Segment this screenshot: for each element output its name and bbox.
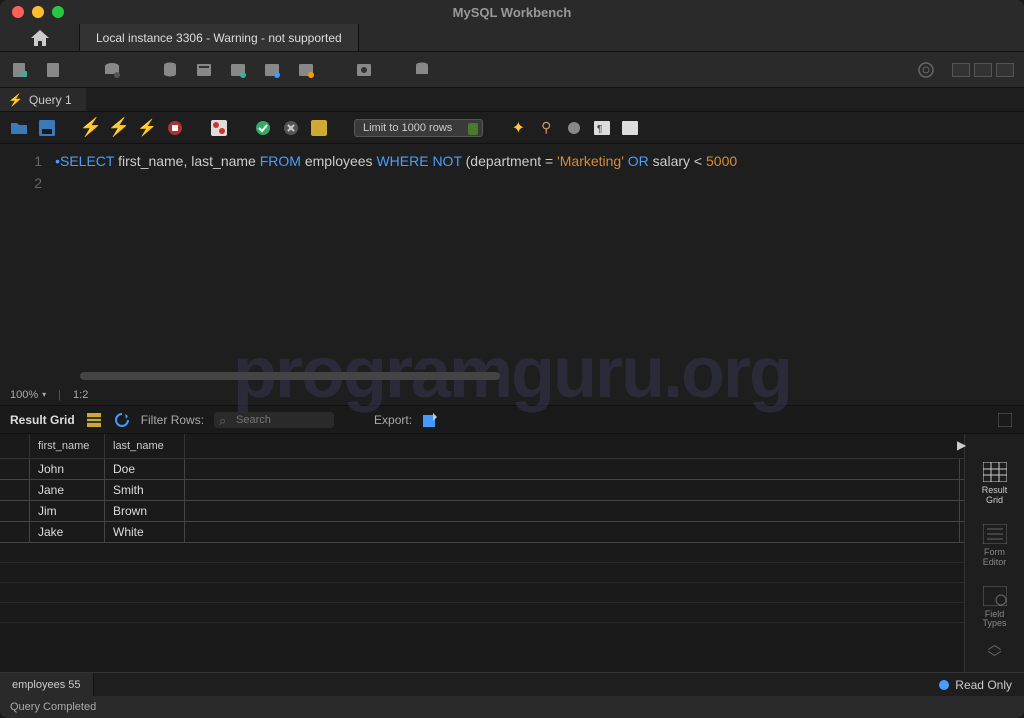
connection-tabbar: Local instance 3306 - Warning - not supp… bbox=[0, 24, 1024, 52]
query-tab-1[interactable]: ⚡ Query 1 bbox=[0, 88, 86, 111]
wrap-icon[interactable]: ¶ bbox=[593, 119, 611, 137]
readonly-indicator: Read Only bbox=[927, 673, 1024, 696]
main-toolbar bbox=[0, 52, 1024, 88]
save-file-icon[interactable] bbox=[38, 119, 56, 137]
collapse-arrow-icon[interactable]: ▶ bbox=[957, 438, 966, 452]
scroll-up-icon[interactable]: ︿ bbox=[988, 637, 1002, 651]
panel-right-toggle[interactable] bbox=[996, 63, 1014, 77]
dashboard-icon[interactable] bbox=[354, 60, 374, 80]
wrap-cell-icon[interactable] bbox=[996, 411, 1014, 429]
autocommit-icon[interactable] bbox=[310, 119, 328, 137]
toggle-icon[interactable] bbox=[210, 119, 228, 137]
home-tab[interactable] bbox=[0, 24, 80, 51]
db-icon-1[interactable] bbox=[160, 60, 180, 80]
table-row[interactable]: Jane Smith bbox=[0, 480, 964, 501]
db-icon-2[interactable] bbox=[194, 60, 214, 80]
find-icon[interactable]: ⚲ bbox=[537, 119, 555, 137]
column-header-last-name[interactable]: last_name bbox=[105, 434, 185, 458]
query-tab-label: Query 1 bbox=[29, 93, 72, 107]
column-header-first-name[interactable]: first_name bbox=[30, 434, 105, 458]
commit-icon[interactable] bbox=[254, 119, 272, 137]
filter-label: Filter Rows: bbox=[141, 413, 204, 427]
status-text: Query Completed bbox=[10, 701, 96, 713]
home-icon bbox=[31, 30, 49, 46]
server-icon[interactable] bbox=[412, 60, 432, 80]
invisible-chars-icon[interactable] bbox=[565, 119, 583, 137]
window-title: MySQL Workbench bbox=[0, 5, 1024, 20]
explain-icon[interactable]: ⚡ bbox=[138, 119, 156, 137]
db-icon-3[interactable] bbox=[228, 60, 248, 80]
status-footer: Query Completed bbox=[0, 696, 1024, 718]
execute-current-icon[interactable]: ⚡ bbox=[110, 119, 128, 137]
settings-icon[interactable] bbox=[916, 60, 936, 80]
connection-tab[interactable]: Local instance 3306 - Warning - not supp… bbox=[80, 24, 359, 51]
result-tabs: employees 55 Read Only bbox=[0, 672, 1024, 696]
row-limit-select[interactable]: Limit to 1000 rows bbox=[354, 119, 483, 137]
scroll-down-icon[interactable]: ﹀ bbox=[988, 651, 1002, 665]
panel-bottom-toggle[interactable] bbox=[974, 63, 992, 77]
execute-icon[interactable]: ⚡ bbox=[82, 119, 100, 137]
result-area: first_name last_name John Doe Jane Smith bbox=[0, 434, 1024, 672]
field-types-view[interactable]: Field Types bbox=[981, 576, 1009, 638]
open-sql-file-icon[interactable] bbox=[44, 60, 64, 80]
grid-view-icon[interactable] bbox=[85, 411, 103, 429]
new-sql-tab-icon[interactable] bbox=[10, 60, 30, 80]
open-file-icon[interactable] bbox=[10, 119, 28, 137]
zoom-level[interactable]: 100%▾ bbox=[10, 389, 46, 401]
result-side-panel: ▶ Result Grid Form Editor Field Types ︿ … bbox=[964, 434, 1024, 672]
result-grid[interactable]: first_name last_name John Doe Jane Smith bbox=[0, 434, 964, 672]
db-icon-4[interactable] bbox=[262, 60, 282, 80]
svg-text:¶: ¶ bbox=[597, 124, 602, 135]
result-toolbar: Result Grid Filter Rows: Export: bbox=[0, 406, 1024, 434]
sql-editor[interactable]: 1 2 SELECT first_name, last_name FROM em… bbox=[0, 144, 1024, 384]
rollback-icon[interactable] bbox=[282, 119, 300, 137]
table-row[interactable]: Jake White bbox=[0, 522, 964, 543]
connection-tab-label: Local instance 3306 - Warning - not supp… bbox=[96, 31, 342, 45]
db-icon-5[interactable] bbox=[296, 60, 316, 80]
result-grid-view[interactable]: Result Grid bbox=[981, 452, 1009, 514]
editor-statusbar: 100%▾ | 1:2 bbox=[0, 384, 1024, 406]
cursor-position: 1:2 bbox=[73, 389, 88, 401]
code-content: SELECT first_name, last_name FROM employ… bbox=[50, 144, 1024, 384]
table-row[interactable]: John Doe bbox=[0, 459, 964, 480]
panel-left-toggle[interactable] bbox=[952, 63, 970, 77]
titlebar: MySQL Workbench bbox=[0, 0, 1024, 24]
readonly-dot-icon bbox=[939, 680, 949, 690]
result-grid-label: Result Grid bbox=[10, 413, 75, 427]
form-editor-view[interactable]: Form Editor bbox=[981, 514, 1009, 576]
line-gutter: 1 2 bbox=[0, 144, 50, 384]
row-selector-header bbox=[0, 434, 30, 458]
filter-rows-input[interactable] bbox=[214, 412, 334, 428]
horizontal-scrollbar[interactable] bbox=[80, 372, 500, 380]
export-icon[interactable] bbox=[422, 411, 440, 429]
lightning-icon: ⚡ bbox=[8, 93, 23, 107]
export-label: Export: bbox=[374, 413, 412, 427]
refresh-icon[interactable] bbox=[113, 411, 131, 429]
snippet-icon[interactable] bbox=[621, 119, 639, 137]
query-tabbar: ⚡ Query 1 bbox=[0, 88, 1024, 112]
query-toolbar: ⚡ ⚡ ⚡ Limit to 1000 rows ✦ ⚲ ¶ bbox=[0, 112, 1024, 144]
inspector-icon[interactable] bbox=[102, 60, 122, 80]
beautify-icon[interactable]: ✦ bbox=[509, 119, 527, 137]
result-tab-employees[interactable]: employees 55 bbox=[0, 673, 94, 696]
stop-icon[interactable] bbox=[166, 119, 184, 137]
table-row[interactable]: Jim Brown bbox=[0, 501, 964, 522]
